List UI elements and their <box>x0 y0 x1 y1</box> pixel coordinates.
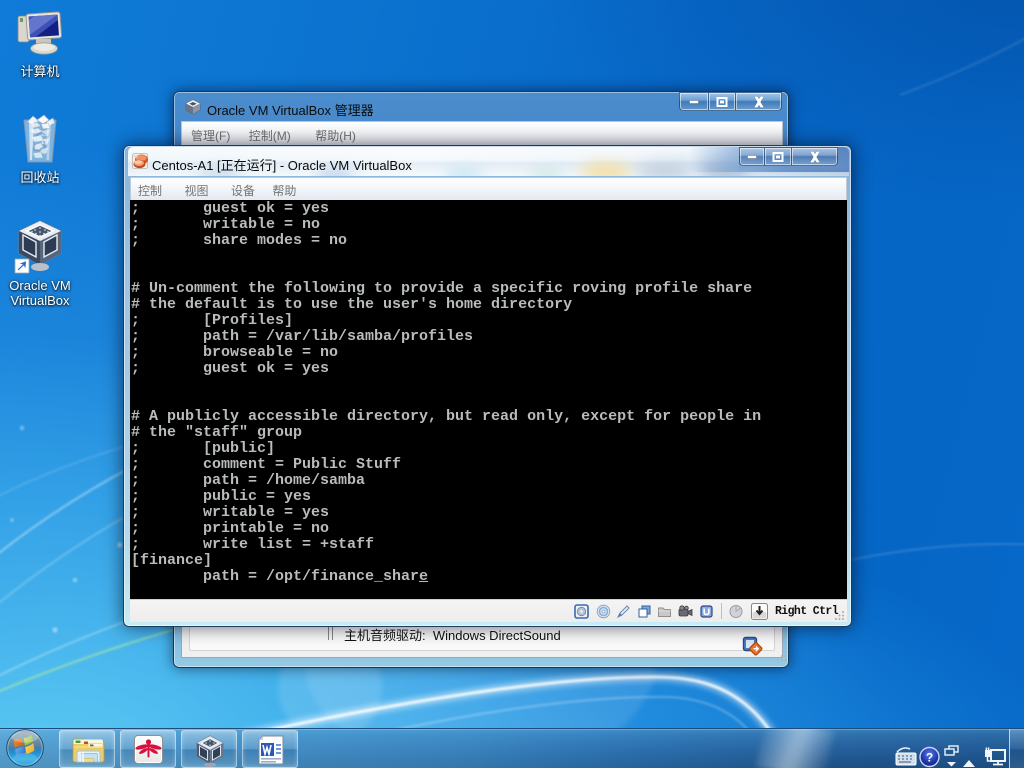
svg-text:?: ? <box>926 751 933 765</box>
